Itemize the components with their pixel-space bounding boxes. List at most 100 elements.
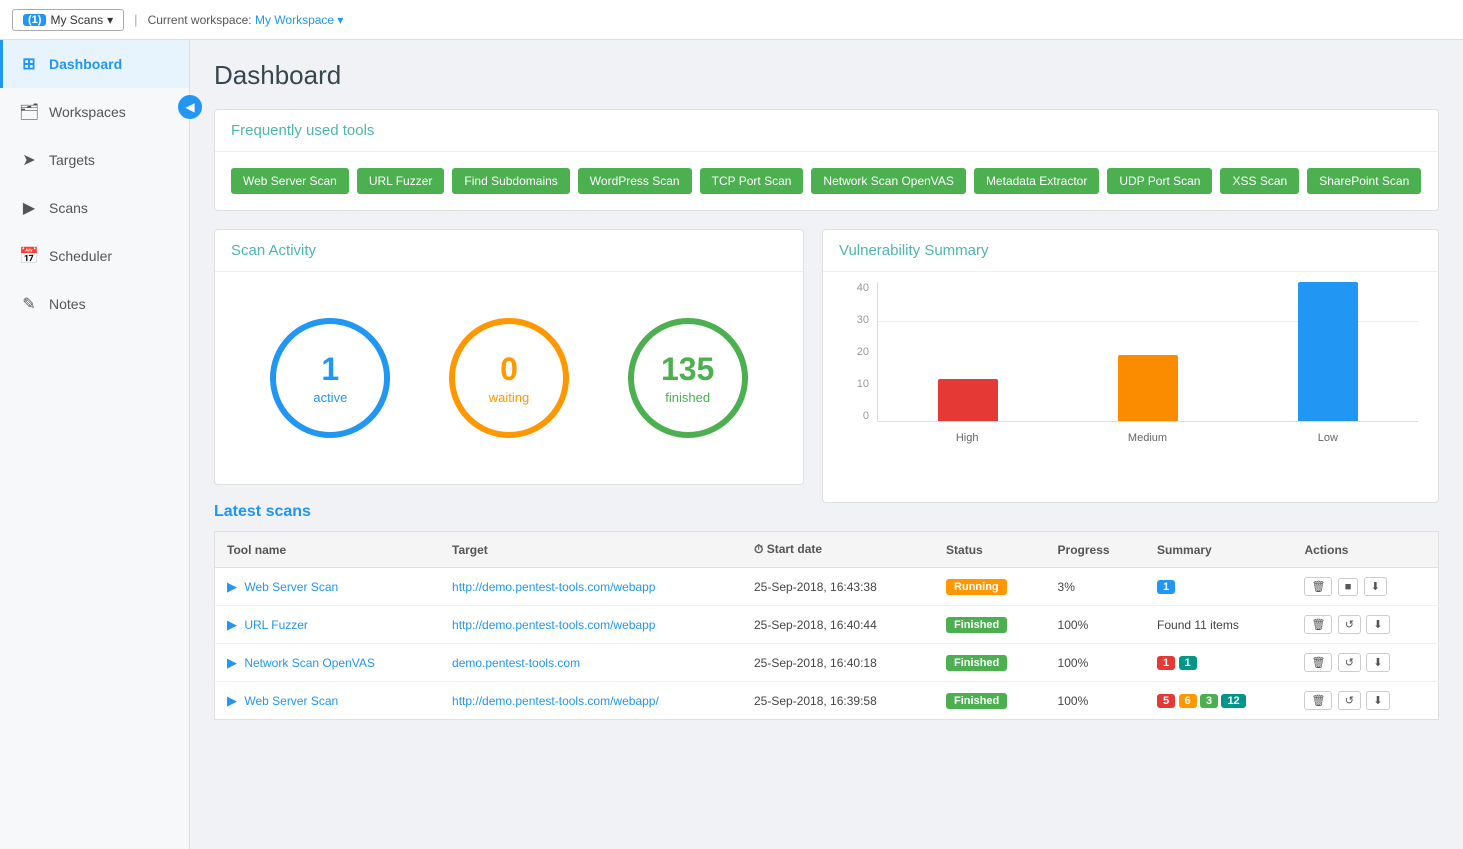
sidebar-collapse-button[interactable]: ◀ [178, 95, 202, 119]
tool-network-scan-openvas[interactable]: Network Scan OpenVAS [811, 168, 966, 194]
summary-cell: 5 6 3 12 [1145, 682, 1292, 720]
scans-icon: ▶ [19, 198, 39, 218]
download-button[interactable]: ⬇ [1364, 577, 1387, 596]
sidebar-item-dashboard[interactable]: ⊞ Dashboard [0, 40, 189, 88]
col-status: Status [934, 532, 1046, 568]
target-link[interactable]: http://demo.pentest-tools.com/webapp [452, 618, 655, 632]
tool-name-link[interactable]: URL Fuzzer [244, 618, 308, 632]
tool-metadata-extractor[interactable]: Metadata Extractor [974, 168, 1099, 194]
table-body: ▶ Web Server Scan http://demo.pentest-to… [215, 568, 1439, 720]
latest-scans-section: Latest scans Tool name Target ⏱ Start da… [214, 503, 1439, 720]
play-icon: ▶ [227, 693, 237, 708]
finished-circle: 135 finished [628, 318, 748, 438]
delete-button[interactable]: 🗑 [1304, 691, 1332, 710]
progress-cell: 100% [1046, 644, 1145, 682]
tool-udp-port-scan[interactable]: UDP Port Scan [1107, 168, 1212, 194]
tool-name-link[interactable]: Network Scan OpenVAS [244, 656, 375, 670]
tool-name-link[interactable]: Web Server Scan [244, 694, 338, 708]
waiting-circle: 0 waiting [449, 318, 569, 438]
topbar-separator: | [134, 12, 137, 27]
status-cell: Finished [934, 682, 1046, 720]
tool-name-cell: ▶ URL Fuzzer [215, 606, 441, 644]
summary-cell: Found 11 items [1145, 606, 1292, 644]
scans-label: My Scans [50, 13, 103, 27]
table-header-row: Tool name Target ⏱ Start date Status Pro… [215, 532, 1439, 568]
summary-badge: 1 [1157, 580, 1175, 594]
tool-xss-scan[interactable]: XSS Scan [1220, 168, 1299, 194]
vulnerability-summary-col: Vulnerability Summary 40 30 20 10 0 [822, 229, 1439, 503]
summary-cell: 1 [1145, 568, 1292, 606]
sidebar-item-scheduler[interactable]: 📅 Scheduler [0, 232, 189, 280]
status-badge: Finished [946, 693, 1007, 709]
status-cell: Finished [934, 606, 1046, 644]
summary-cell: 1 1 [1145, 644, 1292, 682]
restart-button[interactable]: ↺ [1338, 691, 1361, 710]
scan-activity-col: Scan Activity 1 active [214, 229, 804, 503]
vulnerability-summary-header: Vulnerability Summary [823, 230, 1438, 272]
download-button[interactable]: ⬇ [1366, 615, 1389, 634]
table-row: ▶ URL Fuzzer http://demo.pentest-tools.c… [215, 606, 1439, 644]
waiting-count: 0 [500, 351, 518, 388]
active-count: 1 [321, 351, 339, 388]
target-cell: http://demo.pentest-tools.com/webapp/ [440, 682, 742, 720]
y-axis-labels: 40 30 20 10 0 [843, 282, 873, 422]
summary-badge-6: 6 [1179, 694, 1197, 708]
restart-button[interactable]: ↺ [1338, 653, 1361, 672]
sidebar-item-workspaces[interactable]: 🗂 Workspaces [0, 88, 189, 136]
progress-cell: 100% [1046, 606, 1145, 644]
summary-badge-12: 12 [1221, 694, 1245, 708]
my-scans-button[interactable]: (1) My Scans ▾ [12, 9, 124, 31]
finished-count: 135 [661, 351, 714, 388]
summary-badge-3: 3 [1200, 694, 1218, 708]
sidebar-item-scans[interactable]: ▶ Scans [0, 184, 189, 232]
status-badge: Finished [946, 617, 1007, 633]
high-bar [938, 379, 998, 421]
actions-cell: 🗑 ↺ ⬇ [1292, 644, 1438, 682]
restart-button[interactable]: ↺ [1338, 615, 1361, 634]
scans-count-badge: (1) [23, 14, 46, 26]
delete-button[interactable]: 🗑 [1304, 653, 1332, 672]
sidebar-item-targets[interactable]: ➤ Targets [0, 136, 189, 184]
play-icon: ▶ [227, 617, 237, 632]
target-link[interactable]: demo.pentest-tools.com [452, 656, 580, 670]
play-icon: ▶ [227, 579, 237, 594]
table-row: ▶ Network Scan OpenVAS demo.pentest-tool… [215, 644, 1439, 682]
tool-sharepoint-scan[interactable]: SharePoint Scan [1307, 168, 1421, 194]
topbar: (1) My Scans ▾ | Current workspace: My W… [0, 0, 1463, 40]
delete-button[interactable]: 🗑 [1304, 577, 1332, 596]
active-label: active [313, 390, 347, 405]
layout: ⊞ Dashboard 🗂 Workspaces ➤ Targets ▶ Sca… [0, 40, 1463, 849]
tool-find-subdomains[interactable]: Find Subdomains [452, 168, 569, 194]
table-row: ▶ Web Server Scan http://demo.pentest-to… [215, 682, 1439, 720]
targets-icon: ➤ [19, 150, 39, 170]
status-cell: Finished [934, 644, 1046, 682]
low-bar [1298, 282, 1358, 421]
tool-name-link[interactable]: Web Server Scan [244, 580, 338, 594]
delete-button[interactable]: 🗑 [1304, 615, 1332, 634]
tool-tcp-port-scan[interactable]: TCP Port Scan [700, 168, 804, 194]
workspace-link[interactable]: My Workspace ▾ [255, 13, 344, 27]
sidebar-item-label: Dashboard [49, 56, 122, 72]
latest-scans-table: Tool name Target ⏱ Start date Status Pro… [214, 531, 1439, 720]
actions-cell: 🗑 ↺ ⬇ [1292, 606, 1438, 644]
tool-wordpress-scan[interactable]: WordPress Scan [578, 168, 692, 194]
scan-activity-card: Scan Activity 1 active [214, 229, 804, 485]
progress-cell: 3% [1046, 568, 1145, 606]
sidebar-item-notes[interactable]: ✎ Notes [0, 280, 189, 328]
page-title: Dashboard [214, 60, 1439, 91]
download-button[interactable]: ⬇ [1366, 691, 1389, 710]
download-button[interactable]: ⬇ [1366, 653, 1389, 672]
start-date-cell: 25-Sep-2018, 16:40:44 [742, 606, 934, 644]
notes-icon: ✎ [19, 294, 39, 314]
tool-web-server-scan[interactable]: Web Server Scan [231, 168, 349, 194]
x-label-low: Low [1238, 424, 1418, 452]
stop-button[interactable]: ■ [1338, 578, 1359, 596]
target-link[interactable]: http://demo.pentest-tools.com/webapp [452, 580, 655, 594]
tool-url-fuzzer[interactable]: URL Fuzzer [357, 168, 445, 194]
circles-row: 1 active 0 waiting [231, 288, 787, 468]
waiting-circle-wrap: 0 waiting [449, 318, 569, 438]
target-link[interactable]: http://demo.pentest-tools.com/webapp/ [452, 694, 659, 708]
actions-cell: 🗑 ■ ⬇ [1292, 568, 1438, 606]
target-cell: demo.pentest-tools.com [440, 644, 742, 682]
bar-chart-container: 40 30 20 10 0 [843, 282, 1418, 452]
